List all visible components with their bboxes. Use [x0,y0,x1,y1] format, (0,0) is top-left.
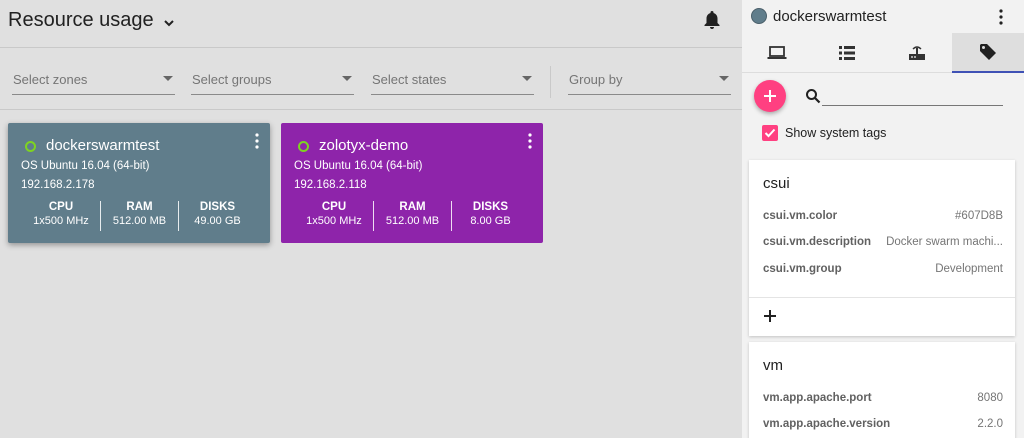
cpu-value: 1x500 MHz [306,215,362,227]
ram-stat: RAM 512.00 MB [100,201,178,231]
vm-card-dockerswarmtest[interactable]: dockerswarmtest OS Ubuntu 16.04 (64-bit)… [8,123,270,243]
disks-value: 49.00 GB [194,215,241,227]
cpu-stat: CPU 1x500 MHz [295,201,373,231]
panel-vm-name: dockerswarmtest [773,8,887,25]
cpu-label: CPU [321,201,347,213]
disks-label: DISKS [199,201,236,213]
tab-overview[interactable] [742,33,812,73]
tag-key: vm.app.apache.version [763,418,891,430]
panel-tabs [742,33,1024,73]
check-icon [764,128,776,138]
more-vert-icon[interactable] [527,133,533,149]
tag-row[interactable]: csui.vm.color #607D8B [763,210,1003,230]
disks-value: 8.00 GB [470,215,511,227]
notification-bell-icon[interactable] [703,10,721,30]
more-vert-icon[interactable] [998,9,1004,25]
tag-key: vm.app.apache.port [763,392,872,404]
list-icon [839,46,855,60]
status-running-icon [298,141,309,152]
disks-stat: DISKS 49.00 GB [178,201,256,231]
vm-stats: CPU 1x500 MHz RAM 512.00 MB DISKS 8.00 G… [281,201,543,231]
ram-value: 512.00 MB [112,215,167,227]
router-icon [909,46,925,60]
select-groups-placeholder: Select groups [192,72,272,87]
vm-os: OS Ubuntu 16.04 (64-bit) [21,160,150,172]
dropdown-caret-icon [522,76,532,81]
select-group-by[interactable]: Group by [568,65,731,95]
tab-list[interactable] [812,33,882,73]
tag-group-title: vm [763,357,783,374]
vm-ip: 192.168.2.118 [294,179,367,191]
tag-group-title: csui [763,175,790,192]
panel-header: dockerswarmtest [742,0,1024,33]
select-zones-placeholder: Select zones [13,72,88,87]
tag-row[interactable]: vm.app.apache.version 2.2.0 [763,418,1003,438]
divider [749,297,1015,298]
dropdown-caret-icon [719,76,729,81]
details-panel: dockerswarmtest Show system tags csui cs… [742,0,1024,438]
vm-ip: 192.168.2.178 [21,179,95,191]
select-zones[interactable]: Select zones [12,65,175,95]
vm-name: dockerswarmtest [46,137,160,154]
tab-network[interactable] [882,33,952,73]
status-running-icon [25,141,36,152]
page-title: Resource usage [8,9,154,31]
divider [550,66,551,98]
tag-row[interactable]: csui.vm.group Development [763,263,1003,283]
filter-bar: Select zones Select groups Select states… [0,48,742,110]
more-vert-icon[interactable] [254,133,260,149]
ram-stat: RAM 512.00 MB [373,201,451,231]
disks-label: DISKS [472,201,509,213]
tag-key: csui.vm.group [763,263,842,275]
select-states-placeholder: Select states [372,72,447,87]
cpu-value: 1x500 MHz [33,215,89,227]
tag-value: Development [935,263,1003,275]
add-tag-button[interactable] [754,80,786,112]
page-title-dropdown[interactable]: Resource usage [8,9,176,32]
vm-stats: CPU 1x500 MHz RAM 512.00 MB DISKS 49.00 … [8,201,270,231]
tag-key: csui.vm.color [763,210,838,222]
tag-value: 2.2.0 [977,418,1003,430]
dropdown-caret-icon [342,76,352,81]
tag-search-input[interactable] [822,84,1003,106]
main-area: Resource usage Select zones Select group… [0,0,742,438]
select-states[interactable]: Select states [371,65,534,95]
tag-value: #607D8B [955,210,1003,222]
dropdown-caret-icon [163,76,173,81]
chevron-down-icon [163,19,174,26]
tag-group-card: vm vm.app.apache.port 8080 vm.app.apache… [749,342,1015,438]
search-icon [806,89,821,104]
ram-value: 512.00 MB [385,215,440,227]
show-system-tags-label: Show system tags [785,126,887,140]
disks-stat: DISKS 8.00 GB [451,201,529,231]
tab-tags[interactable] [952,33,1024,73]
tag-row[interactable]: csui.vm.description Docker swarm machi..… [763,236,1003,256]
show-system-tags-checkbox[interactable] [762,125,778,141]
ram-label: RAM [126,201,153,213]
tag-group-card: csui csui.vm.color #607D8B csui.vm.descr… [749,160,1015,336]
vm-card-zolotyx-demo[interactable]: zolotyx-demo OS Ubuntu 16.04 (64-bit) 19… [281,123,543,243]
tag-key: csui.vm.description [763,236,872,248]
add-icon[interactable] [762,308,778,324]
vm-os: OS Ubuntu 16.04 (64-bit) [294,160,423,172]
tag-value: 8080 [977,392,1003,404]
top-bar: Resource usage [0,0,742,48]
tag-value: Docker swarm machi... [886,236,1003,248]
tag-icon [980,44,996,60]
ram-label: RAM [399,201,426,213]
vm-color-dot [751,8,767,24]
cpu-label: CPU [48,201,74,213]
cpu-stat: CPU 1x500 MHz [22,201,100,231]
tag-row[interactable]: vm.app.apache.port 8080 [763,392,1003,412]
laptop-icon [767,46,787,59]
select-groups[interactable]: Select groups [191,65,354,95]
select-group-by-placeholder: Group by [569,72,623,87]
vm-name: zolotyx-demo [319,137,409,154]
